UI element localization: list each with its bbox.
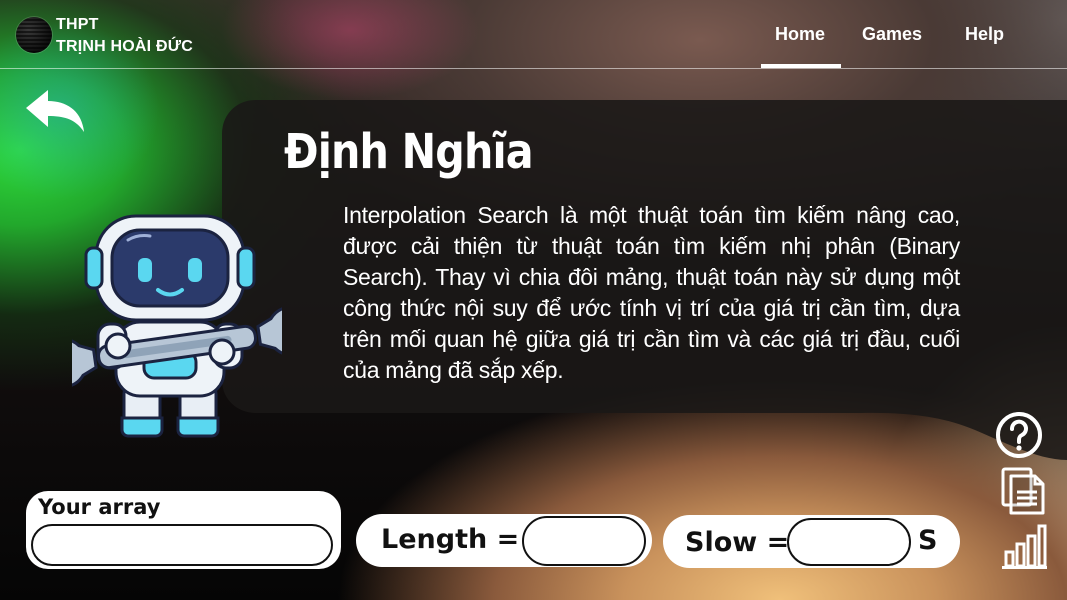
nav-home-link[interactable]: Home	[775, 24, 825, 45]
help-circle-icon[interactable]	[995, 411, 1043, 459]
array-label: Your array	[38, 495, 161, 519]
school-name: THPT TRỊNH HOÀI ĐỨC	[56, 14, 193, 58]
definition-body: Interpolation Search là một thuật toán t…	[343, 202, 960, 383]
nav-games-link[interactable]: Games	[862, 24, 922, 45]
slow-input[interactable]	[787, 518, 911, 566]
school-name-line2: TRỊNH HOÀI ĐỨC	[56, 38, 193, 55]
array-input-group: Your array	[26, 491, 341, 569]
slow-input-group: Slow = S	[663, 515, 960, 568]
nav-help-link[interactable]: Help	[965, 24, 1004, 45]
slow-unit-label: S	[918, 525, 938, 556]
definition-title: Định Nghĩa	[284, 124, 534, 180]
school-logo	[16, 17, 52, 53]
nav-active-indicator	[761, 64, 841, 68]
top-header: THPT TRỊNH HOÀI ĐỨC Home Games Help	[0, 0, 1067, 69]
back-arrow-icon[interactable]	[24, 88, 86, 136]
length-label: Length =	[381, 524, 520, 555]
array-input[interactable]	[31, 524, 333, 566]
length-input[interactable]	[522, 516, 646, 566]
robot-mascot-illustration	[72, 214, 282, 438]
slow-label: Slow =	[685, 527, 790, 558]
bar-chart-icon[interactable]	[1000, 522, 1048, 570]
documents-icon[interactable]	[1000, 466, 1046, 516]
length-input-group: Length =	[356, 514, 652, 567]
school-name-line1: THPT	[56, 16, 99, 33]
